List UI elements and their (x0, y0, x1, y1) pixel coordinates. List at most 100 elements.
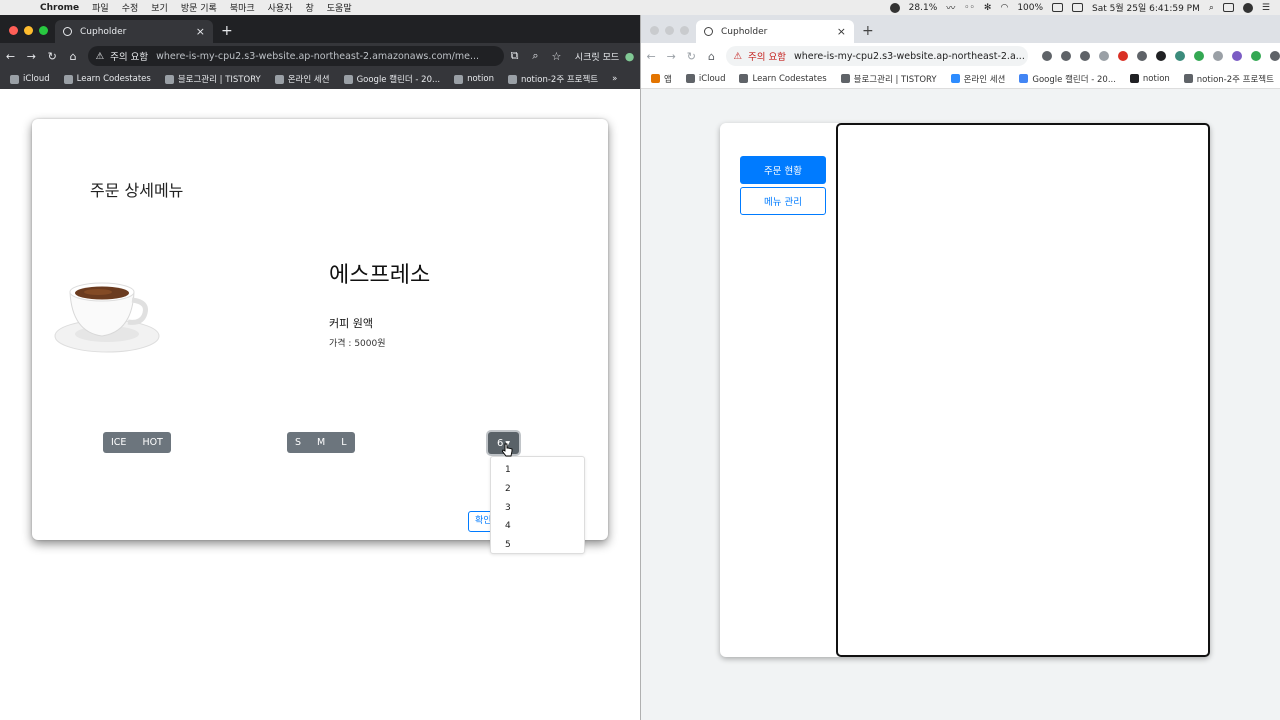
check-icon[interactable] (1137, 51, 1148, 61)
bookmark-icloud[interactable]: iCloud (10, 74, 50, 84)
tab-cupholder[interactable]: Cupholder × (696, 20, 854, 43)
maximize-window-button[interactable] (39, 26, 48, 35)
quantity-option[interactable]: 4 (491, 517, 584, 536)
extension-icon[interactable] (1175, 51, 1186, 61)
menubar-item-view[interactable]: 보기 (151, 1, 168, 14)
quantity-option[interactable]: 2 (491, 480, 584, 499)
back-icon[interactable]: ← (641, 50, 661, 63)
extension-icon[interactable] (1251, 51, 1262, 61)
bookmark-codestates[interactable]: Learn Codestates (739, 74, 827, 84)
address-bar[interactable]: ⚠ 주의 요함 where-is-my-cpu2.s3-website.ap-n… (725, 46, 1029, 66)
quantity-option[interactable]: 3 (491, 499, 584, 518)
close-tab-icon[interactable]: × (196, 25, 205, 38)
ice-button[interactable]: ICE (103, 432, 134, 453)
menubar-item-file[interactable]: 파일 (92, 1, 109, 14)
translate-icon[interactable]: ⧉ (504, 49, 525, 63)
bookmark-notion-project[interactable]: notion-2주 프로젝트 (507, 73, 598, 85)
extension-icon[interactable]: ● (619, 50, 640, 63)
menubar-item-history[interactable]: 방문 기록 (181, 1, 217, 14)
bookmark-notion[interactable]: notion (1129, 73, 1170, 84)
quantity-option[interactable]: 1 (491, 461, 584, 480)
bookmark-google-calendar[interactable]: Google 캘린더 - 20... (343, 73, 440, 85)
apps-grid-icon (651, 74, 660, 83)
maximize-window-button[interactable] (680, 26, 689, 35)
size-l-button[interactable]: L (333, 432, 354, 453)
siri-icon[interactable] (1242, 2, 1253, 13)
bookmark-tistory[interactable]: 블로그관리 | TISTORY (164, 73, 261, 85)
menubar-item-people[interactable]: 사용자 (268, 1, 293, 14)
bookmark-notion[interactable]: notion (454, 74, 494, 84)
forward-icon[interactable]: → (21, 50, 42, 63)
bookmark-online-session[interactable]: 온라인 세션 (950, 73, 1005, 85)
new-tab-button[interactable]: + (221, 23, 233, 39)
home-icon[interactable]: ⌂ (701, 50, 721, 63)
menubar-item-window[interactable]: 창 (305, 1, 313, 14)
apple-icon[interactable] (12, 2, 26, 13)
bookmark-tistory[interactable]: 블로그관리 | TISTORY (840, 73, 937, 85)
tab-cupholder[interactable]: Cupholder × (55, 20, 213, 43)
control-center-icon[interactable] (1222, 3, 1234, 12)
more-menu-icon[interactable] (1270, 51, 1280, 61)
menubar-app-name[interactable]: Chrome (40, 3, 79, 13)
security-label[interactable]: 주의 요함 (748, 49, 786, 63)
bookmark-apps[interactable]: 앱 (651, 73, 672, 85)
incognito-label[interactable]: 시크릿 모드 (575, 50, 619, 63)
battery-icon[interactable] (1052, 3, 1064, 12)
menubar-item-help[interactable]: 도움말 (327, 1, 352, 14)
bookmark-online-session[interactable]: 온라인 세션 (274, 73, 330, 85)
status-icon[interactable] (889, 2, 900, 13)
globe-icon (704, 27, 713, 36)
close-window-button[interactable] (650, 26, 659, 35)
bookmark-label: notion (1142, 73, 1170, 84)
extension-icon[interactable] (1156, 51, 1167, 61)
wifi-icon[interactable]: ◠ (1000, 3, 1008, 13)
back-icon[interactable]: ← (0, 50, 21, 63)
spotlight-icon[interactable]: ⌕ (1209, 3, 1214, 13)
home-icon[interactable]: ⌂ (63, 50, 84, 63)
hot-button[interactable]: HOT (134, 432, 170, 453)
bookmark-star-icon[interactable]: ☆ (546, 50, 567, 63)
bookmark-notion-project[interactable]: notion-2주 프로젝트 (1183, 73, 1274, 85)
minimize-window-button[interactable] (665, 26, 674, 35)
avatar[interactable] (1232, 51, 1243, 61)
reload-icon[interactable]: ↻ (681, 50, 701, 63)
calendar-icon[interactable] (1072, 3, 1084, 12)
forward-icon[interactable]: → (661, 50, 681, 63)
puzzle-icon[interactable] (1213, 51, 1224, 61)
zoom-icon[interactable]: ⌕ (525, 49, 546, 63)
bookmarks-overflow-icon[interactable]: » (612, 74, 617, 84)
key-icon[interactable] (1042, 51, 1053, 61)
bookmark-star-icon[interactable] (1080, 51, 1091, 61)
glasses-icon[interactable]: ◦◦ (964, 3, 975, 13)
bookmark-google-calendar[interactable]: Google 캘린더 - 20... (1019, 73, 1116, 85)
notification-icon[interactable]: ☰ (1262, 3, 1270, 13)
bluetooth-icon[interactable]: ✻ (984, 3, 992, 13)
reload-icon[interactable]: ↻ (42, 50, 63, 63)
clock-text[interactable]: Sat 5월 25일 6:41:59 PM (1092, 1, 1200, 14)
extension-icon[interactable] (1194, 51, 1205, 61)
menu-manage-button[interactable]: 메뉴 관리 (740, 187, 826, 215)
quantity-dropdown-menu: 1 2 3 4 5 (490, 456, 585, 554)
adblock-icon[interactable] (1118, 51, 1129, 61)
minimize-window-button[interactable] (24, 26, 33, 35)
security-label[interactable]: 주의 요함 (110, 49, 148, 63)
size-m-button[interactable]: M (309, 432, 333, 453)
extension-icon[interactable] (1099, 51, 1110, 61)
menubar-item-bookmarks[interactable]: 북마크 (230, 1, 255, 14)
warning-icon[interactable]: ⚠ (96, 51, 105, 62)
warning-icon[interactable]: ⚠ (734, 51, 743, 62)
size-s-button[interactable]: S (287, 432, 309, 453)
close-window-button[interactable] (9, 26, 18, 35)
url-text[interactable]: where-is-my-cpu2.s3-website.ap-northeast… (794, 51, 1025, 62)
bookmark-icloud[interactable]: iCloud (685, 74, 725, 84)
menubar-item-edit[interactable]: 수정 (122, 1, 139, 14)
new-tab-button[interactable]: + (862, 23, 874, 39)
translate-icon[interactable] (1061, 51, 1072, 61)
url-text[interactable]: where-is-my-cpu2.s3-website.ap-northeast… (156, 51, 479, 62)
quantity-option[interactable]: 5 (491, 536, 584, 555)
wave-icon[interactable]: 〰 (946, 1, 955, 14)
address-bar[interactable]: ⚠ 주의 요함 where-is-my-cpu2.s3-website.ap-n… (87, 46, 505, 66)
close-tab-icon[interactable]: × (837, 25, 846, 38)
bookmark-codestates[interactable]: Learn Codestates (63, 74, 151, 84)
order-status-button[interactable]: 주문 현황 (740, 156, 826, 184)
